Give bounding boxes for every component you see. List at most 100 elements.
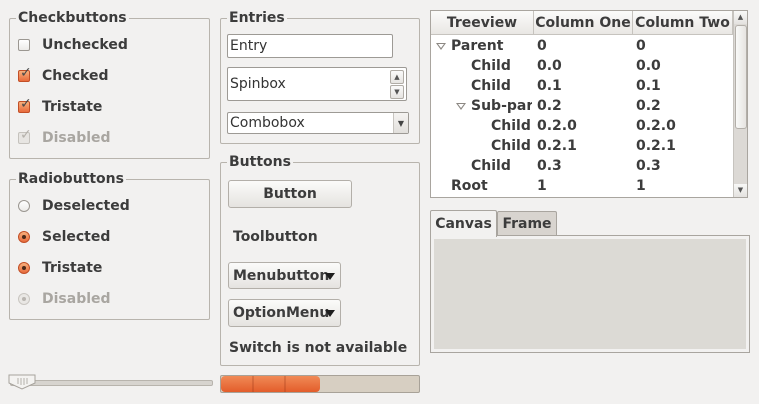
tree-row[interactable]: Parent 0 0 (431, 36, 733, 56)
checkbutton-checked[interactable]: ✓ Checked (18, 66, 109, 86)
tree-cell-column-one: 0 (537, 38, 547, 54)
header-column-one[interactable]: Column One (534, 11, 633, 35)
combobox-value: Combobox (230, 115, 305, 131)
tree-cell-column-two: 0 (636, 38, 646, 54)
tree-row[interactable]: Child 0.3 0.3 (431, 156, 733, 176)
checkbutton-label: Tristate (42, 99, 103, 115)
treeview[interactable]: Treeview Column One Column Two Parent 0 0 C… (430, 10, 748, 198)
header-column-two[interactable]: Column Two (633, 11, 733, 35)
tree-cell-column-one: 1 (537, 178, 547, 194)
progress-segment (284, 376, 286, 392)
progress-bar (220, 375, 420, 393)
optionmenu[interactable]: OptionMenu (228, 299, 341, 327)
radiobutton-deselected[interactable]: Deselected (18, 196, 130, 216)
spinbox-value: Spinbox (230, 76, 286, 92)
checkbox-checked-icon[interactable]: ✓ (18, 66, 32, 82)
expander-triangle-icon[interactable] (456, 103, 466, 110)
progress-segment (252, 376, 254, 392)
tree-cell-column-one: 0.3 (537, 158, 562, 174)
spinbox-field[interactable]: Spinbox ▲ ▼ (227, 67, 407, 101)
tree-row[interactable]: Child 0.2.0 0.2.0 (431, 116, 733, 136)
checkbox-icon[interactable] (18, 39, 30, 51)
radiobuttons-title: Radiobuttons (16, 170, 126, 188)
optionmenu-label: OptionMenu (233, 305, 330, 321)
triangle-down-icon (325, 273, 335, 280)
treeview-scrollbar[interactable]: ▲ ▼ (733, 11, 747, 197)
radiobutton-selected[interactable]: Selected (18, 227, 110, 247)
checkbox-disabled-icon: ✓ (18, 128, 32, 144)
tree-row[interactable]: Root 1 1 (431, 176, 733, 196)
expander-triangle-icon[interactable] (436, 43, 446, 50)
tree-cell-column-one: 0.0 (537, 58, 562, 74)
checkbutton-label: Unchecked (42, 37, 128, 53)
tree-cell-column-one: 0.2 (537, 98, 562, 114)
header-treeview[interactable]: Treeview (431, 11, 534, 35)
triangle-down-icon (325, 310, 335, 317)
tree-cell-column-two: 0.3 (636, 158, 661, 174)
radiobutton-label: Tristate (42, 260, 103, 276)
tree-cell-column-two: 0.2 (636, 98, 661, 114)
button-label: Button (263, 186, 317, 202)
entry-field[interactable]: Entry (227, 34, 393, 58)
tree-cell-column-two: 0.0 (636, 58, 661, 74)
tree-cell-name: Child (471, 58, 511, 74)
radiobutton-label: Deselected (42, 198, 130, 214)
tree-cell-name: Child (491, 138, 531, 154)
checkbox-checked-icon[interactable]: ✓ (18, 97, 32, 113)
radio-selected-icon[interactable] (18, 262, 30, 274)
button[interactable]: Button (228, 180, 352, 208)
tree-cell-column-two: 1 (636, 178, 646, 194)
checkbutton-disabled: ✓ Disabled (18, 128, 111, 148)
tree-row[interactable]: Child 0.2.1 0.2.1 (431, 136, 733, 156)
tree-cell-name: Child (491, 118, 531, 134)
triangle-up-icon[interactable]: ▲ (734, 11, 747, 24)
radiobutton-tristate[interactable]: Tristate (18, 258, 102, 278)
tree-cell-name: Parent (451, 38, 504, 54)
radiobutton-label: Disabled (42, 291, 111, 307)
tree-row[interactable]: Child 0.0 0.0 (431, 56, 733, 76)
entries-title: Entries (227, 9, 287, 27)
tree-cell-name: Child (471, 78, 511, 94)
entry-value: Entry (230, 38, 268, 54)
checkbutton-unchecked[interactable]: Unchecked (18, 35, 128, 55)
toolbutton[interactable]: Toolbutton (233, 229, 318, 245)
triangle-up-icon[interactable]: ▲ (390, 70, 404, 84)
tree-row[interactable]: Child 0.1 0.1 (431, 76, 733, 96)
checkbutton-label: Checked (42, 68, 109, 84)
scrollbar-thumb[interactable] (735, 25, 747, 129)
spinbox-buttons: ▲ ▼ (390, 70, 404, 99)
check-mark-icon: ✓ (20, 65, 32, 81)
progress-fill (221, 376, 320, 392)
tree-cell-column-one: 0.2.1 (537, 138, 577, 154)
combobox-field[interactable]: Combobox ▼ (227, 112, 409, 134)
buttons-frame: Buttons Button Toolbutton Menubutton Opt… (220, 153, 420, 366)
radio-selected-icon[interactable] (18, 231, 30, 243)
scale-handle[interactable] (8, 374, 36, 390)
tab-frame[interactable]: Frame (497, 211, 557, 235)
checkbutton-label: Disabled (42, 130, 111, 146)
tab-canvas[interactable]: Canvas (430, 210, 497, 237)
checkbuttons-frame: Checkbuttons Unchecked ✓ Checked ✓ Trist… (9, 9, 210, 159)
radio-icon[interactable] (18, 200, 30, 212)
tree-cell-column-one: 0.1 (537, 78, 562, 94)
tree-cell-column-two: 0.2.0 (636, 118, 676, 134)
tree-cell-name: Root (451, 178, 488, 194)
checkbutton-tristate[interactable]: ✓ Tristate (18, 97, 102, 117)
tree-cell-name: Child (471, 158, 511, 174)
switch-unavailable-label: Switch is not available (229, 340, 408, 356)
triangle-down-icon[interactable]: ▼ (393, 113, 408, 133)
buttons-title: Buttons (227, 153, 293, 171)
checkbuttons-title: Checkbuttons (16, 9, 129, 27)
triangle-down-icon[interactable]: ▼ (734, 184, 747, 197)
menubutton[interactable]: Menubutton (228, 262, 341, 289)
tree-cell-column-two: 0.1 (636, 78, 661, 94)
check-mark-icon: ✓ (20, 96, 32, 112)
notebook-pane (430, 235, 750, 353)
canvas-area[interactable] (434, 239, 746, 349)
triangle-down-icon[interactable]: ▼ (390, 85, 404, 99)
tree-row[interactable]: Sub-pare 0.2 0.2 (431, 96, 733, 116)
radiobuttons-frame: Radiobuttons Deselected Selected Tristat… (9, 170, 210, 320)
scale-track[interactable] (10, 380, 213, 386)
tree-cell-column-two: 0.2.1 (636, 138, 676, 154)
menubutton-label: Menubutton (233, 267, 330, 284)
